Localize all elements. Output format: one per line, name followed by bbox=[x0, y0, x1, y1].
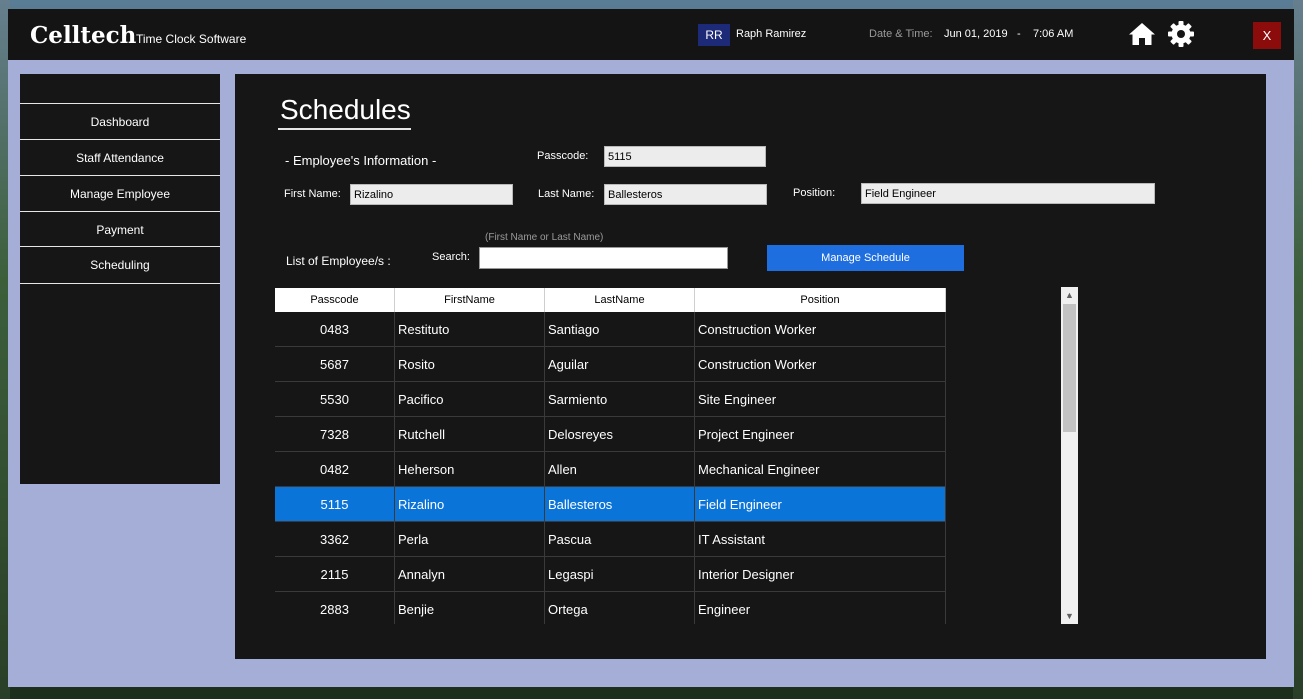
cell-lastname: Aguilar bbox=[545, 347, 695, 382]
datetime-separator: - bbox=[1017, 28, 1021, 40]
grid-scrollbar[interactable]: ▲ ▼ bbox=[1061, 287, 1078, 624]
page-title: Schedules bbox=[280, 94, 411, 125]
desktop-background-right bbox=[1293, 0, 1303, 699]
table-row[interactable]: 0483 Restituto Santiago Construction Wor… bbox=[275, 312, 946, 347]
column-header-firstname[interactable]: FirstName bbox=[395, 288, 545, 312]
sidebar: Dashboard Staff Attendance Manage Employ… bbox=[20, 74, 220, 484]
cell-position: Site Engineer bbox=[695, 382, 946, 417]
cell-lastname: Pascua bbox=[545, 522, 695, 557]
title-underline bbox=[278, 128, 411, 130]
avatar: RR bbox=[698, 24, 730, 46]
position-label: Position: bbox=[793, 187, 836, 199]
scroll-thumb[interactable] bbox=[1063, 304, 1076, 432]
search-input[interactable] bbox=[479, 247, 728, 269]
grid-header: Passcode FirstName LastName Position bbox=[275, 288, 946, 312]
cell-position: Interior Designer bbox=[695, 557, 946, 592]
cell-lastname: Ballesteros bbox=[545, 487, 695, 522]
table-row[interactable]: 5687 Rosito Aguilar Construction Worker bbox=[275, 347, 946, 382]
main-panel: Schedules - Employee's Information - Pas… bbox=[235, 74, 1266, 659]
sidebar-item-scheduling[interactable]: Scheduling bbox=[20, 246, 220, 282]
passcode-field[interactable] bbox=[604, 146, 766, 167]
cell-position: Project Engineer bbox=[695, 417, 946, 452]
scroll-up-icon[interactable]: ▲ bbox=[1061, 287, 1078, 303]
employee-grid: Passcode FirstName LastName Position 048… bbox=[275, 288, 946, 624]
cell-passcode: 0483 bbox=[275, 312, 395, 347]
app-window: Celltech Time Clock Software RR Raph Ram… bbox=[8, 9, 1294, 687]
column-header-lastname[interactable]: LastName bbox=[545, 288, 695, 312]
manage-schedule-button[interactable]: Manage Schedule bbox=[767, 245, 964, 271]
brand-logo: Celltech bbox=[30, 22, 137, 49]
table-row[interactable]: 5530 Pacifico Sarmiento Site Engineer bbox=[275, 382, 946, 417]
close-button[interactable]: X bbox=[1253, 22, 1281, 49]
sidebar-item-payment[interactable]: Payment bbox=[20, 211, 220, 247]
datetime-label: Date & Time: bbox=[869, 28, 933, 40]
cell-lastname: Delosreyes bbox=[545, 417, 695, 452]
cell-lastname: Sarmiento bbox=[545, 382, 695, 417]
passcode-label: Passcode: bbox=[537, 150, 589, 162]
cell-firstname: Rosito bbox=[395, 347, 545, 382]
table-row-selected[interactable]: 5115 Rizalino Ballesteros Field Engineer bbox=[275, 487, 946, 522]
cell-position: Field Engineer bbox=[695, 487, 946, 522]
cell-passcode: 0482 bbox=[275, 452, 395, 487]
cell-lastname: Legaspi bbox=[545, 557, 695, 592]
last-name-label: Last Name: bbox=[538, 188, 595, 200]
table-row[interactable]: 0482 Heherson Allen Mechanical Engineer bbox=[275, 452, 946, 487]
cell-passcode: 3362 bbox=[275, 522, 395, 557]
cell-firstname: Pacifico bbox=[395, 382, 545, 417]
cell-firstname: Benjie bbox=[395, 592, 545, 624]
employee-list-label: List of Employee/s : bbox=[286, 254, 391, 268]
current-date: Jun 01, 2019 bbox=[944, 28, 1008, 40]
first-name-label: First Name: bbox=[284, 188, 341, 200]
cell-position: Mechanical Engineer bbox=[695, 452, 946, 487]
gear-icon[interactable] bbox=[1167, 20, 1195, 48]
cell-passcode: 7328 bbox=[275, 417, 395, 452]
search-label: Search: bbox=[432, 251, 470, 263]
table-row[interactable]: 2883 Benjie Ortega Engineer bbox=[275, 592, 946, 624]
cell-passcode: 5530 bbox=[275, 382, 395, 417]
title-bar: Celltech Time Clock Software RR Raph Ram… bbox=[8, 9, 1294, 60]
brand-subtitle: Time Clock Software bbox=[136, 32, 247, 46]
cell-lastname: Santiago bbox=[545, 312, 695, 347]
cell-passcode: 2883 bbox=[275, 592, 395, 624]
cell-position: IT Assistant bbox=[695, 522, 946, 557]
cell-passcode: 5687 bbox=[275, 347, 395, 382]
table-row[interactable]: 7328 Rutchell Delosreyes Project Enginee… bbox=[275, 417, 946, 452]
position-field[interactable] bbox=[861, 183, 1155, 204]
cell-passcode: 2115 bbox=[275, 557, 395, 592]
sidebar-divider bbox=[20, 283, 220, 284]
cell-firstname: Rizalino bbox=[395, 487, 545, 522]
cell-position: Engineer bbox=[695, 592, 946, 624]
cell-lastname: Allen bbox=[545, 452, 695, 487]
home-icon[interactable] bbox=[1128, 21, 1156, 47]
cell-position: Construction Worker bbox=[695, 347, 946, 382]
cell-passcode: 5115 bbox=[275, 487, 395, 522]
cell-firstname: Restituto bbox=[395, 312, 545, 347]
current-time: 7:06 AM bbox=[1033, 28, 1074, 40]
search-hint: (First Name or Last Name) bbox=[485, 232, 604, 243]
scroll-down-icon[interactable]: ▼ bbox=[1061, 608, 1078, 624]
cell-position: Construction Worker bbox=[695, 312, 946, 347]
column-header-position[interactable]: Position bbox=[695, 288, 946, 312]
first-name-field[interactable] bbox=[350, 184, 513, 205]
table-row[interactable]: 2115 Annalyn Legaspi Interior Designer bbox=[275, 557, 946, 592]
cell-firstname: Annalyn bbox=[395, 557, 545, 592]
table-row[interactable]: 3362 Perla Pascua IT Assistant bbox=[275, 522, 946, 557]
sidebar-item-dashboard[interactable]: Dashboard bbox=[20, 103, 220, 139]
user-name: Raph Ramirez bbox=[736, 28, 807, 40]
cell-firstname: Heherson bbox=[395, 452, 545, 487]
column-header-passcode[interactable]: Passcode bbox=[275, 288, 395, 312]
last-name-field[interactable] bbox=[604, 184, 767, 205]
cell-firstname: Rutchell bbox=[395, 417, 545, 452]
employee-info-heading: - Employee's Information - bbox=[285, 153, 437, 168]
sidebar-item-staff-attendance[interactable]: Staff Attendance bbox=[20, 139, 220, 175]
cell-lastname: Ortega bbox=[545, 592, 695, 624]
cell-firstname: Perla bbox=[395, 522, 545, 557]
sidebar-item-manage-employee[interactable]: Manage Employee bbox=[20, 175, 220, 211]
